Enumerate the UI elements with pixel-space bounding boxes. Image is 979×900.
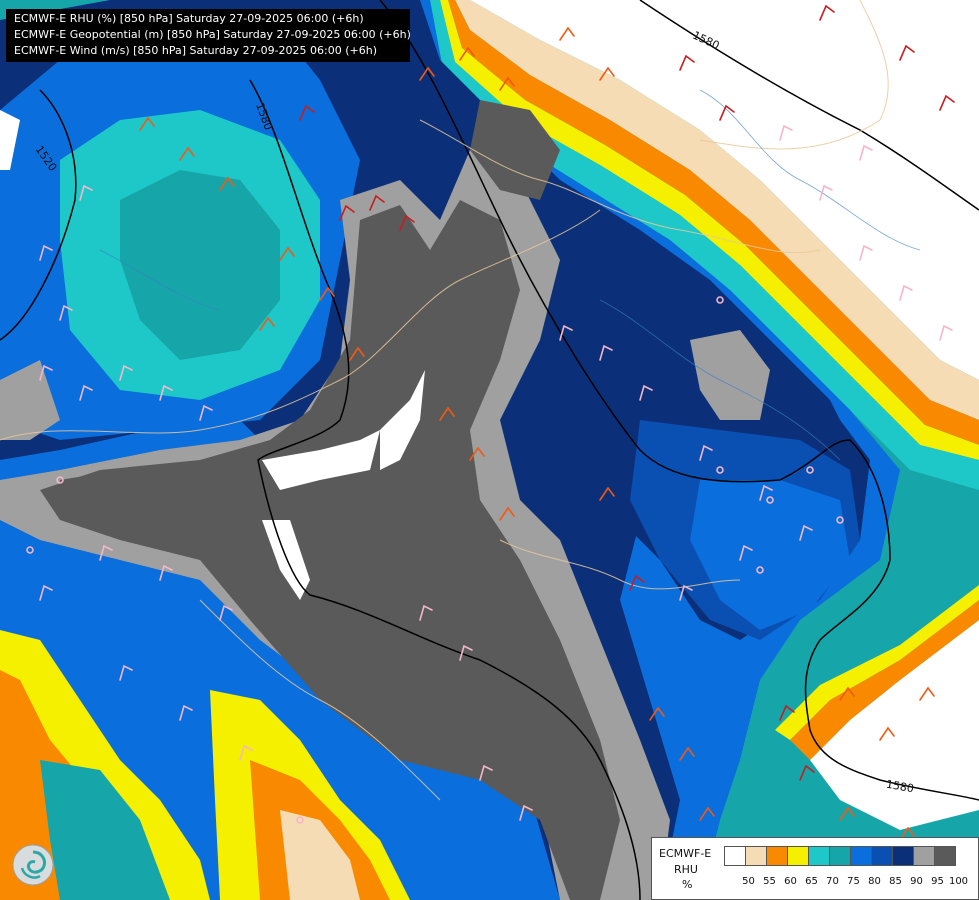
legend-tick-label: 95: [931, 876, 944, 887]
legend-tick-label: 65: [805, 876, 818, 887]
header-rhu-line: ECMWF-E RHU (%) [850 hPa] Saturday 27-09…: [14, 12, 364, 25]
legend-variable-label: RHU: [674, 863, 698, 876]
weather-map: 1520 1580 1580 1580: [0, 0, 979, 900]
legend-swatch: [892, 846, 914, 866]
legend-tick-label: 90: [910, 876, 923, 887]
rhu-field: [0, 0, 979, 900]
legend-tick-label: 75: [847, 876, 860, 887]
rhu-color-legend: ECMWF-E RHU % 50 55 60 65 70 75 80 85 90 95 100: [651, 837, 979, 900]
legend-tick-label: 60: [784, 876, 797, 887]
legend-swatch: [787, 846, 809, 866]
header-geopotential-line: ECMWF-E Geopotential (m) [850 hPa] Satur…: [14, 28, 411, 41]
legend-tick-label: 50: [742, 876, 755, 887]
legend-swatch: [745, 846, 767, 866]
legend-swatch: [850, 846, 872, 866]
legend-swatch: [724, 846, 746, 866]
legend-unit-label: %: [682, 878, 693, 891]
legend-tick-label: 70: [826, 876, 839, 887]
ecmwf-swirl-logo-icon: [12, 844, 54, 886]
header-wind-line: ECMWF-E Wind (m/s) [850 hPa] Saturday 27…: [14, 44, 377, 57]
legend-model-label: ECMWF-E: [659, 847, 712, 860]
legend-ticks: 50 55 60 65 70 75 80 85 90 95 100: [738, 876, 969, 887]
legend-swatch: [934, 846, 956, 866]
legend-tick-label: 55: [763, 876, 776, 887]
legend-tick-label: 85: [889, 876, 902, 887]
legend-tick-label: 80: [868, 876, 881, 887]
legend-swatch: [871, 846, 893, 866]
legend-swatches: [724, 846, 956, 866]
legend-swatch: [829, 846, 851, 866]
legend-swatch: [766, 846, 788, 866]
legend-swatch: [913, 846, 935, 866]
legend-swatch: [808, 846, 830, 866]
map-info-header: ECMWF-E RHU (%) [850 hPa] Saturday 27-09…: [6, 9, 411, 62]
legend-tick-label: 100: [948, 876, 969, 887]
